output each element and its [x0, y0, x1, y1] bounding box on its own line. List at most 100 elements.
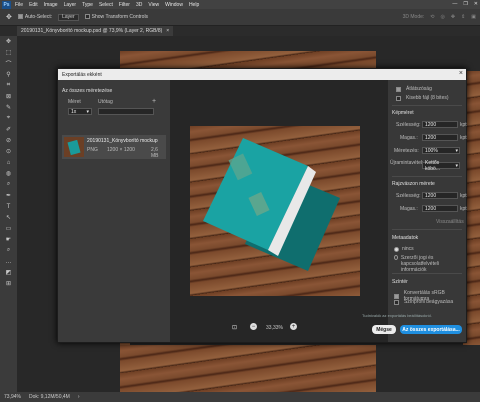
canvas-size-heading: Rajzvászon mérete [392, 181, 435, 187]
divider [392, 176, 462, 177]
menu-select[interactable]: Select [99, 2, 113, 8]
color-space-heading: Színtér [392, 279, 408, 285]
status-arrow-icon[interactable]: › [78, 394, 80, 400]
brush-tool-icon[interactable]: ✐ [0, 124, 17, 135]
document-tab[interactable]: 20190131_Könyvborító mockup.psd @ 73,9% … [17, 26, 174, 36]
embed-profile-checkbox[interactable]: Színprofil beágyazása [394, 299, 453, 305]
metadata-none-radio[interactable]: nincs [394, 246, 414, 252]
dialog-title: Exportálás ekként [62, 71, 102, 78]
type-tool-icon[interactable]: T [0, 201, 17, 212]
close-window-icon[interactable]: ✕ [474, 1, 478, 7]
smaller-file-label: Kisebb fájl (8 bites) [406, 95, 449, 101]
lasso-tool-icon[interactable]: ⌒ [0, 58, 17, 69]
gradient-tool-icon[interactable]: ◍ [0, 168, 17, 179]
move-tool-icon[interactable]: ✥ [0, 36, 17, 47]
book-mockup [203, 138, 340, 271]
eraser-tool-icon[interactable]: ⌂ [0, 157, 17, 168]
radio-icon [394, 255, 398, 260]
blur-tool-icon[interactable]: ⌕ [0, 179, 17, 190]
eyedropper-tool-icon[interactable]: ✎ [0, 102, 17, 113]
checkbox-icon [17, 14, 23, 20]
dialog-title-bar[interactable]: Exportálás ekként × [58, 69, 466, 80]
marquee-tool-icon[interactable]: ⬚ [0, 47, 17, 58]
maximize-icon[interactable]: ❐ [463, 1, 467, 7]
healing-tool-icon[interactable]: ⌖ [0, 113, 17, 124]
fit-view-icon[interactable]: ⊡ [232, 324, 237, 331]
crop-tool-icon[interactable]: ⌗ [0, 80, 17, 91]
scale-select[interactable]: 1x ▾ [68, 108, 92, 115]
menu-type[interactable]: Type [82, 2, 93, 8]
document-tab-title: 20190131_Könyvborító mockup.psd @ 73,9% … [21, 28, 163, 34]
quick-mask-icon[interactable]: ⊞ [0, 278, 17, 289]
scale-dropdown[interactable]: 100% ▾ [422, 147, 460, 154]
size-column-label: Méret [68, 99, 81, 105]
transparency-checkbox[interactable]: Átlátszóság [396, 86, 432, 92]
smaller-file-checkbox[interactable]: Kisebb fájl (8 bites) [396, 95, 449, 101]
rectangle-tool-icon[interactable]: ▭ [0, 223, 17, 234]
canvas-width-unit: kpt [460, 193, 467, 199]
3d-rotate-icon[interactable]: ⟲ [430, 14, 434, 20]
canvas-height-label: Magas.: [400, 206, 418, 212]
hand-tool-icon[interactable]: ☛ [0, 234, 17, 245]
canvas-width-input[interactable]: 1200 [422, 192, 458, 199]
tools-panel: ✥ ⬚ ⌒ ⚲ ⌗ ⊠ ✎ ⌖ ✐ ⊘ ⊙ ⌂ ◍ ⌕ ✒ T ↖ ▭ ☛ ⌕ … [0, 36, 17, 392]
checkbox-icon [394, 293, 399, 299]
zoom-level[interactable]: 73,94% [4, 394, 21, 400]
auto-select-dropdown[interactable]: Layer [58, 13, 79, 21]
scale-all-heading: Az összes méretezése [62, 88, 113, 94]
menu-file[interactable]: File [15, 2, 23, 8]
path-select-tool-icon[interactable]: ↖ [0, 212, 17, 223]
resample-dropdown[interactable]: Kettős köbö... ▾ [422, 160, 460, 172]
minimize-icon[interactable]: — [452, 1, 457, 7]
preview-image[interactable] [190, 126, 360, 296]
3d-roll-icon[interactable]: ◎ [440, 14, 444, 20]
checkbox-icon [396, 95, 401, 101]
menu-bar: Ps File Edit Image Layer Type Select Fil… [0, 0, 480, 9]
3d-scale-icon[interactable]: ▣ [471, 14, 476, 20]
pen-tool-icon[interactable]: ✒ [0, 190, 17, 201]
zoom-tool-icon[interactable]: ⌕ [0, 245, 17, 256]
suffix-input[interactable] [98, 108, 154, 115]
menu-image[interactable]: Image [44, 2, 58, 8]
menu-help[interactable]: Help [189, 2, 199, 8]
add-scale-button[interactable]: + [152, 98, 156, 105]
export-all-button[interactable]: Az összes exportálása... [400, 325, 462, 334]
3d-drag-icon[interactable]: ✥ [451, 14, 455, 20]
frame-tool-icon[interactable]: ⊠ [0, 91, 17, 102]
menu-view[interactable]: View [148, 2, 159, 8]
document-tab-close-icon[interactable]: × [166, 28, 169, 34]
transform-controls-label: Show Transform Controls [91, 14, 149, 20]
transparency-label: Átlátszóság [406, 86, 432, 92]
height-input[interactable]: 1200 [422, 134, 458, 141]
export-item-format: PNG [87, 147, 98, 153]
cancel-button[interactable]: Mégse [372, 325, 396, 334]
width-input[interactable]: 1200 [422, 121, 458, 128]
zoom-in-button[interactable]: + [290, 323, 297, 330]
history-brush-tool-icon[interactable]: ⊙ [0, 146, 17, 157]
metadata-copyright-radio[interactable]: Szerzői jogi és kapcsolatfelvételi infor… [394, 255, 464, 273]
color-swatch-icon[interactable]: ◩ [0, 267, 17, 278]
restore-button[interactable]: Visszaállítás [436, 219, 464, 225]
learn-more-link[interactable]: Tudnivalók az exportálás beállításokról. [362, 313, 432, 318]
more-tools-icon[interactable]: … [0, 256, 17, 267]
stamp-tool-icon[interactable]: ⊘ [0, 135, 17, 146]
3d-slide-icon[interactable]: ⇕ [461, 14, 465, 20]
export-item-thumbnail [64, 137, 84, 157]
settings-panel: Átlátszóság Kisebb fájl (8 bites) Képmér… [388, 80, 467, 342]
scale-all-panel: Az összes méretezése Méret Utótag + 1x ▾… [58, 80, 170, 342]
menu-filter[interactable]: Filter [119, 2, 130, 8]
auto-select-checkbox[interactable]: Auto-Select: [17, 14, 52, 20]
menu-window[interactable]: Window [165, 2, 183, 8]
dialog-close-icon[interactable]: × [459, 70, 463, 77]
menu-edit[interactable]: Edit [29, 2, 38, 8]
zoom-out-button[interactable]: − [250, 323, 257, 330]
quick-select-tool-icon[interactable]: ⚲ [0, 69, 17, 80]
move-tool-icon[interactable]: ✥ [6, 13, 12, 21]
export-item[interactable]: 20190131_Könyvborító mockup PNG 1200 × 1… [62, 135, 166, 159]
menu-3d[interactable]: 3D [136, 2, 142, 8]
menu-layer[interactable]: Layer [64, 2, 77, 8]
embed-profile-label: Színprofil beágyazása [404, 299, 454, 305]
export-as-dialog: Exportálás ekként × Az összes méretezése… [57, 68, 467, 343]
transform-controls-checkbox[interactable]: Show Transform Controls [84, 14, 149, 20]
canvas-height-input[interactable]: 1200 [422, 205, 458, 212]
